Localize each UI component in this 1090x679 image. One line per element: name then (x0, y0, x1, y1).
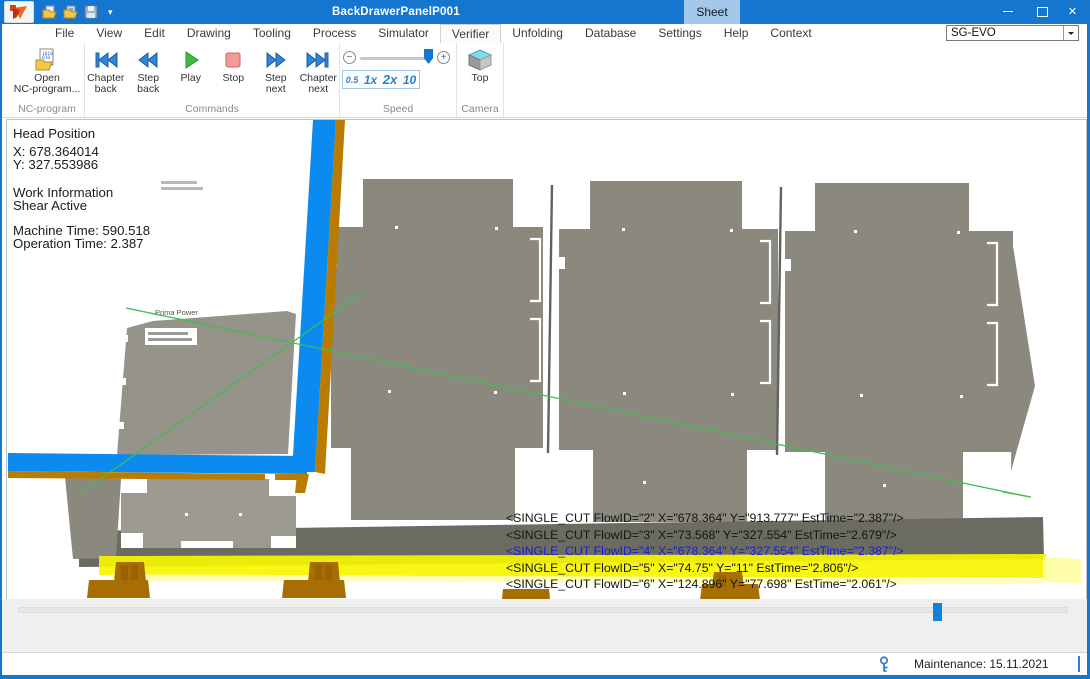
nc-code-line[interactable]: <SINGLE_CUT FlowID="4" X="678.364" Y="32… (506, 544, 904, 558)
nc-code-line[interactable]: <SINGLE_CUT FlowID="3" X="73.568" Y="327… (506, 528, 897, 542)
stop-icon (223, 50, 243, 70)
status-bar: Maintenance: 15.11.2021 (2, 652, 1087, 676)
step-next-button[interactable]: Step next (255, 43, 297, 95)
step-back-icon (136, 50, 160, 70)
play-button[interactable]: Play (170, 43, 212, 84)
step-back-button[interactable]: Step back (128, 43, 170, 95)
nc-program-file-icon: 1010 010 (35, 48, 59, 72)
chapter-back-icon (93, 50, 119, 70)
close-button[interactable]: ✕ (1058, 0, 1087, 23)
application-window: ▾ BackDrawerPanelP001 Sheet ✕ FileViewEd… (0, 0, 1090, 679)
stop-button[interactable]: Stop (213, 43, 255, 84)
speed-slider-thumb[interactable] (424, 49, 433, 64)
speed-slider-track[interactable] (360, 57, 432, 60)
watermark-marks (161, 181, 203, 190)
title-bar: ▾ BackDrawerPanelP001 Sheet ✕ (2, 0, 1087, 24)
machine-selector-value: SG-EVO (951, 27, 996, 39)
minimize-button[interactable] (993, 0, 1022, 23)
ribbon-tab-tooling[interactable]: Tooling (242, 24, 302, 43)
nc-code-line[interactable]: <SINGLE_CUT FlowID="6" X="124.896" Y="77… (506, 577, 897, 591)
speed-decrease-button[interactable]: − (343, 51, 356, 64)
ribbon: 1010 010 Open NC-program... NC-program (2, 43, 1087, 118)
chapter-back-button[interactable]: Chapter back (85, 43, 127, 95)
speed-preset-box: 0.5 1x 2x 10 (342, 70, 420, 89)
ribbon-tab-view[interactable]: View (85, 24, 133, 43)
speed-preset-10[interactable]: 10 (403, 73, 416, 87)
status-divider (1078, 656, 1080, 672)
ribbon-tab-verifier[interactable]: Verifier (440, 24, 501, 44)
open-nc-program-button[interactable]: 1010 010 Open NC-program... (10, 43, 84, 95)
ribbon-tab-unfolding[interactable]: Unfolding (501, 24, 574, 43)
group-label-speed: Speed (340, 103, 456, 117)
nc-code-line[interactable]: <SINGLE_CUT FlowID="5" X="74.75" Y="11" … (506, 561, 858, 575)
ribbon-tab-context[interactable]: Context (759, 24, 822, 43)
head-position-title: Head Position (13, 126, 95, 141)
ribbon-tab-bar: FileViewEditDrawingToolingProcessSimulat… (2, 24, 1087, 43)
machine-selector-dropdown-icon[interactable] (1063, 26, 1078, 40)
speed-preset-1x[interactable]: 1x (364, 73, 377, 87)
app-logo-icon (8, 3, 30, 21)
maintenance-icon (877, 656, 891, 673)
ribbon-tab-help[interactable]: Help (713, 24, 760, 43)
camera-top-button[interactable]: Top (459, 43, 502, 84)
ribbon-group-commands: Chapter back Step back (85, 43, 340, 117)
ribbon-tab-process[interactable]: Process (302, 24, 367, 43)
open-recent-icon[interactable] (63, 5, 78, 19)
save-icon[interactable] (84, 5, 98, 19)
speed-preset-2x[interactable]: 2x (383, 72, 397, 87)
cut-piece-upper (117, 311, 296, 455)
maximize-icon (1037, 7, 1048, 17)
cut-piece-lower (121, 479, 296, 548)
part-label-box (145, 328, 197, 345)
sheet-panels (331, 179, 1035, 524)
ribbon-group-camera: Top Camera (457, 43, 504, 117)
ribbon-tab-settings[interactable]: Settings (647, 24, 712, 43)
ribbon-tab-database[interactable]: Database (574, 24, 647, 43)
ribbon-group-nc-program: 1010 010 Open NC-program... NC-program (10, 43, 85, 117)
ribbon-tab-simulator[interactable]: Simulator (367, 24, 440, 43)
camera-cube-icon (467, 49, 493, 71)
ribbon-group-speed: − + 0.5 1x 2x 10 Speed (340, 43, 457, 117)
window-bottom-border (2, 675, 1087, 679)
chapter-next-icon (305, 50, 331, 70)
quick-access-toolbar: ▾ (42, 4, 113, 20)
group-label-commands: Commands (85, 103, 339, 117)
group-label-nc-program: NC-program (10, 103, 84, 117)
sheet-lower-left (65, 477, 121, 559)
operation-time: Operation Time: 2.387 (13, 236, 143, 251)
ribbon-tab-drawing[interactable]: Drawing (176, 24, 242, 43)
simulation-timeline (2, 599, 1087, 652)
maximize-button[interactable] (1028, 0, 1057, 23)
watermark-text: Prima Power (155, 308, 198, 317)
ribbon-tab-file[interactable]: File (44, 24, 85, 43)
maintenance-date: Maintenance: 15.11.2021 (914, 657, 1049, 671)
speed-increase-button[interactable]: + (437, 51, 450, 64)
close-icon: ✕ (1068, 5, 1077, 18)
step-next-icon (264, 50, 288, 70)
qat-customize-caret-icon[interactable]: ▾ (108, 4, 113, 20)
work-information-status: Shear Active (13, 198, 87, 213)
app-menu-button[interactable] (4, 1, 34, 23)
chapter-next-button[interactable]: Chapter next (298, 43, 340, 95)
group-label-camera: Camera (457, 103, 503, 117)
open-program-icon[interactable] (42, 5, 57, 19)
minimize-icon (1003, 11, 1013, 12)
nc-code-line[interactable]: <SINGLE_CUT FlowID="2" X="678.364" Y="91… (506, 511, 904, 525)
speed-preset-0.5[interactable]: 0.5 (346, 75, 359, 85)
ribbon-tab-edit[interactable]: Edit (133, 24, 176, 43)
timeline-thumb[interactable] (933, 603, 942, 621)
timeline-track[interactable] (18, 607, 1068, 613)
context-tab-sheet[interactable]: Sheet (684, 0, 740, 24)
window-title: BackDrawerPanelP001 (332, 0, 460, 24)
simulation-viewport[interactable]: Head Position X: 678.364014 Y: 327.55398… (6, 119, 1087, 600)
machine-selector[interactable]: SG-EVO (946, 25, 1079, 41)
play-icon (181, 50, 201, 70)
head-position-y: Y: 327.553986 (13, 157, 98, 172)
